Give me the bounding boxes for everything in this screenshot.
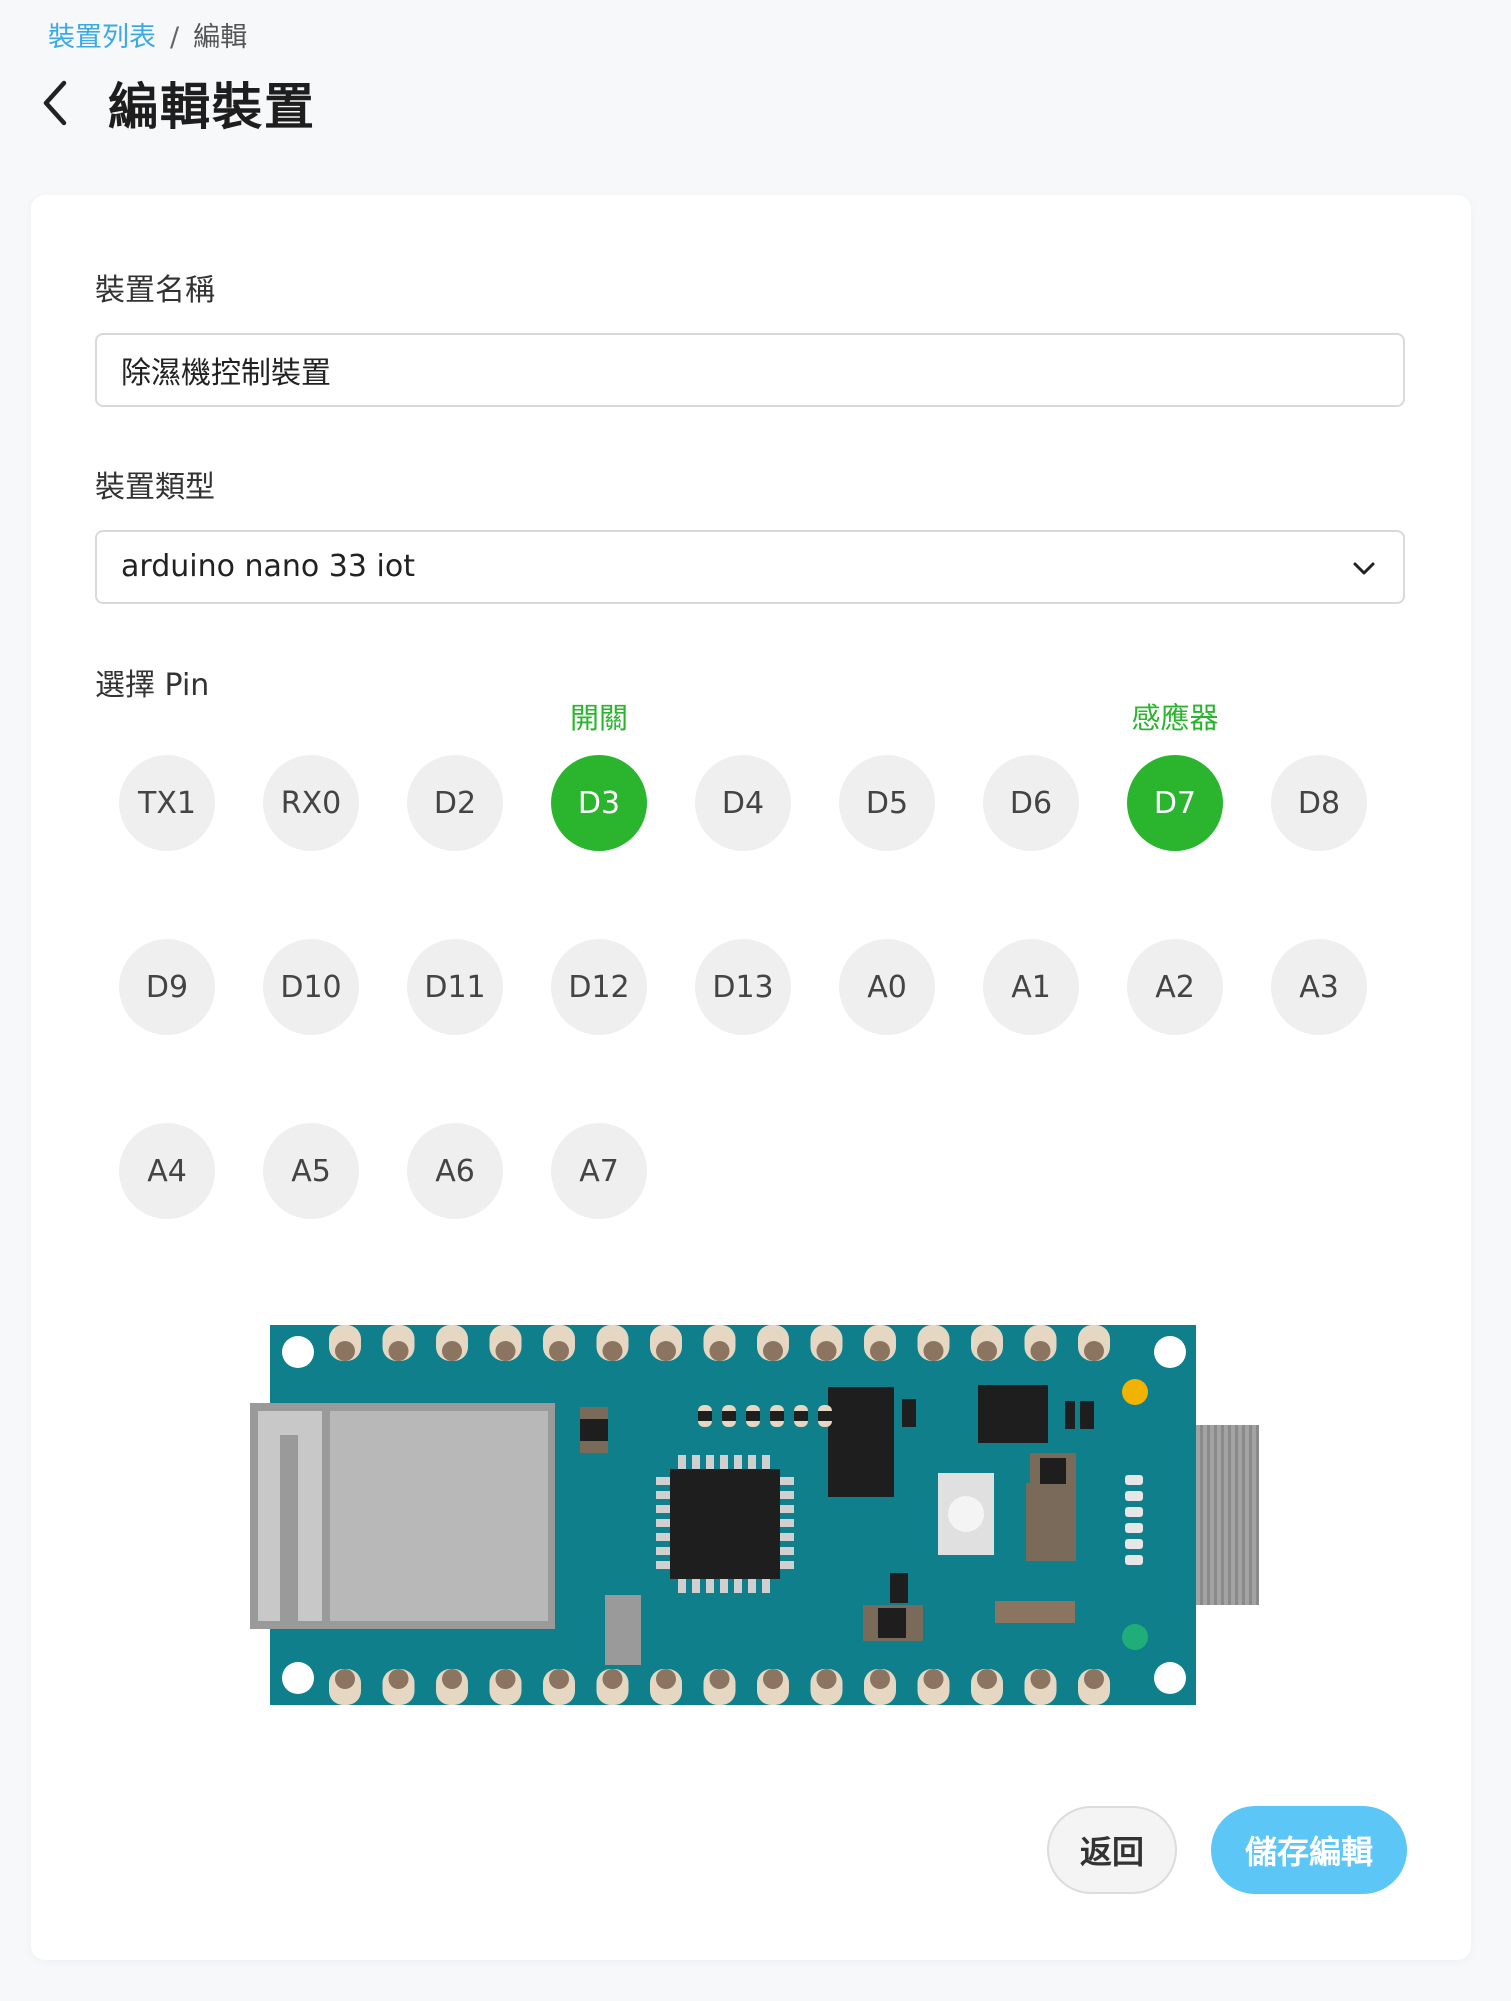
pin-d4[interactable]: D4	[695, 755, 791, 851]
breadcrumb-separator: /	[170, 22, 180, 53]
pin-a5[interactable]: A5	[263, 1123, 359, 1219]
pin-d6[interactable]: D6	[983, 755, 1079, 851]
pin-select-label: 選擇 Pin	[95, 668, 210, 703]
pin-a4[interactable]: A4	[119, 1123, 215, 1219]
device-type-label: 裝置類型	[95, 470, 215, 505]
pin-a7[interactable]: A7	[551, 1123, 647, 1219]
pin-d3[interactable]: D3	[551, 755, 647, 851]
chevron-down-icon	[1351, 555, 1377, 581]
pin-a6[interactable]: A6	[407, 1123, 503, 1219]
chevron-left-icon[interactable]	[40, 75, 80, 131]
pin-a3[interactable]: A3	[1271, 939, 1367, 1035]
pin-d9[interactable]: D9	[119, 939, 215, 1035]
pin-d11[interactable]: D11	[407, 939, 503, 1035]
breadcrumb: 裝置列表 / 編輯	[48, 18, 247, 58]
pin-d13[interactable]: D13	[695, 939, 791, 1035]
pin-d7[interactable]: D7	[1127, 755, 1223, 851]
pin-d5[interactable]: D5	[839, 755, 935, 851]
page-title: 編輯裝置	[108, 78, 316, 136]
device-type-select[interactable]: arduino nano 33 iot	[95, 530, 1405, 604]
pin-d3-usage-tag: 開關	[569, 701, 628, 735]
pin-d8[interactable]: D8	[1271, 755, 1367, 851]
device-name-field[interactable]	[95, 333, 1405, 407]
pin-d12[interactable]: D12	[551, 939, 647, 1035]
pin-rx0[interactable]: RX0	[263, 755, 359, 851]
pin-a1[interactable]: A1	[983, 939, 1079, 1035]
pin-a0[interactable]: A0	[839, 939, 935, 1035]
pin-d10[interactable]: D10	[263, 939, 359, 1035]
device-name-label: 裝置名稱	[95, 273, 215, 308]
edit-device-card: 裝置名稱 裝置類型 arduino nano 33 iot 選擇 Pin TX1…	[31, 195, 1471, 1960]
back-button[interactable]: 返回	[1047, 1806, 1177, 1894]
breadcrumb-device-list-link[interactable]: 裝置列表	[48, 18, 156, 58]
pin-tx1[interactable]: TX1	[119, 755, 215, 851]
pin-d7-usage-tag: 感應器	[1131, 701, 1219, 735]
save-edit-button[interactable]: 儲存編輯	[1211, 1806, 1407, 1894]
device-name-input[interactable]	[97, 335, 1403, 405]
pin-d2[interactable]: D2	[407, 755, 503, 851]
pin-a2[interactable]: A2	[1127, 939, 1223, 1035]
device-type-value: arduino nano 33 iot	[121, 549, 415, 584]
breadcrumb-current: 編輯	[193, 22, 248, 53]
page-header: 編輯裝置	[40, 68, 316, 138]
arduino-board-illustration	[250, 1325, 1260, 1739]
